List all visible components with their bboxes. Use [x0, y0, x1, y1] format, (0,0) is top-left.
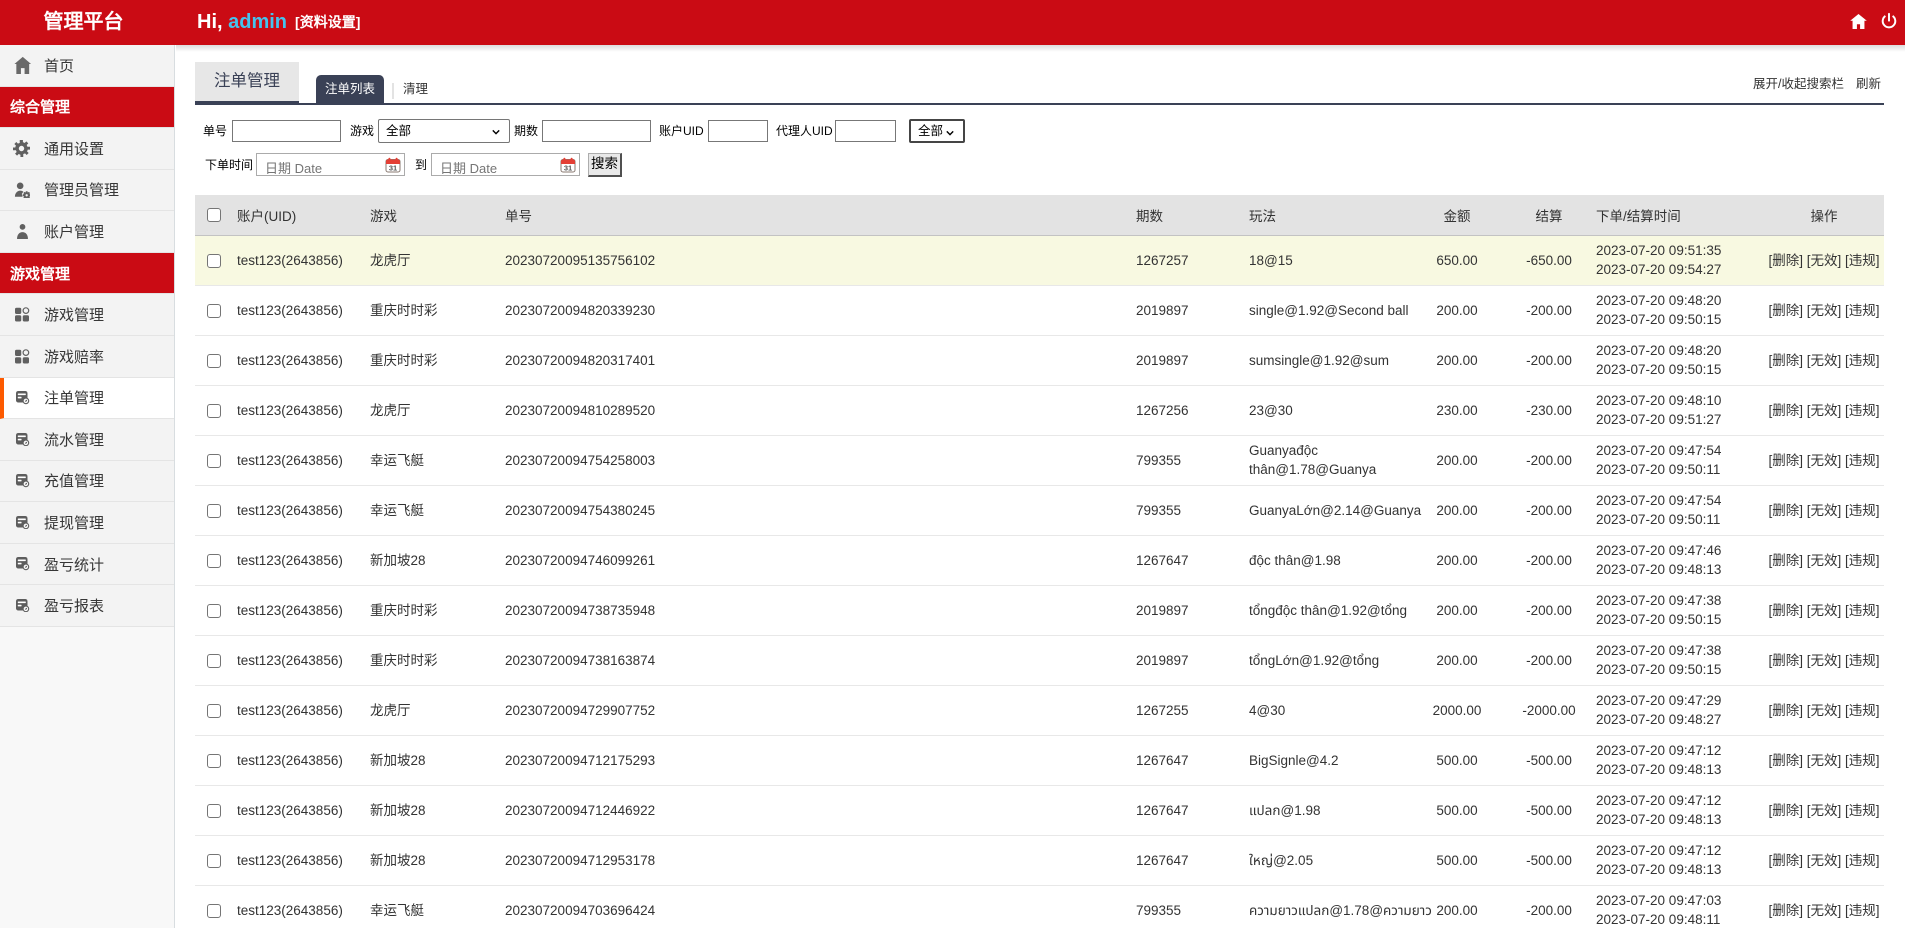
- svg-text:31: 31: [389, 163, 397, 172]
- svg-text:31: 31: [564, 163, 572, 172]
